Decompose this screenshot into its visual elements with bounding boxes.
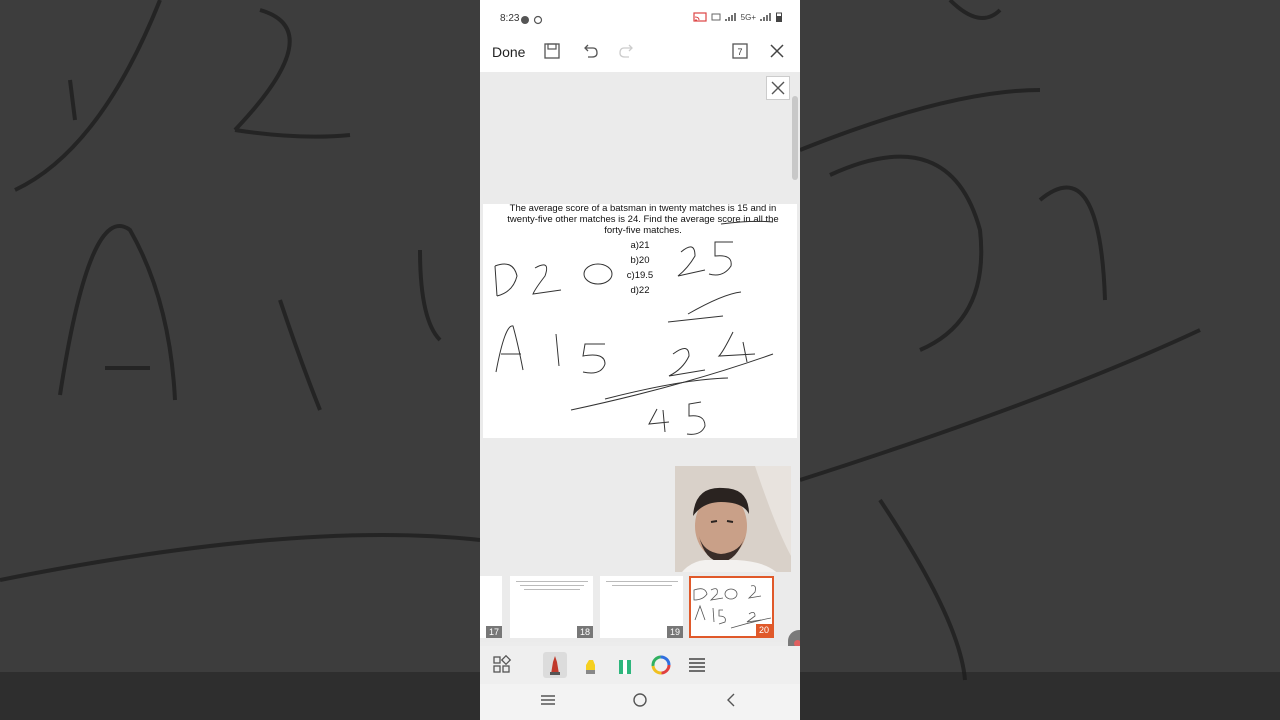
canvas-scrollbar[interactable]: [792, 96, 798, 180]
presenter-image: [675, 466, 791, 583]
marker-icon[interactable]: [614, 654, 636, 676]
ink-digit-2c: [668, 348, 706, 377]
thumbnail-number: 19: [666, 626, 683, 638]
page-count: 7: [737, 47, 742, 57]
ink-letter-d: [494, 263, 518, 297]
thumbnail-17[interactable]: 17: [480, 576, 502, 638]
slide-thumbnail-strip[interactable]: 17 18 19 20: [480, 572, 800, 642]
ink-digit-4: [717, 331, 756, 363]
handwritten-annotations: [494, 220, 774, 435]
color-wheel-icon[interactable]: [650, 654, 672, 676]
back-icon[interactable]: [724, 692, 740, 708]
battery-icon: [776, 12, 782, 22]
redo-icon[interactable]: [618, 42, 636, 60]
ink-digit-0: [583, 263, 613, 285]
close-icon[interactable]: [768, 42, 786, 60]
pen-icon[interactable]: [544, 654, 566, 676]
signal-icon-2: [760, 13, 771, 21]
ink-underline: [667, 315, 724, 323]
cast-icon: [693, 12, 707, 22]
thumbnail-19[interactable]: 19: [600, 576, 683, 638]
ink-sum-line-2: [604, 377, 729, 400]
status-time: 8:23: [500, 13, 520, 24]
pen-tools-bar: [480, 646, 800, 684]
thumbnail-18[interactable]: 18: [510, 576, 593, 638]
ink-digit-2: [532, 264, 562, 295]
thumbnail-number: 20: [755, 624, 772, 636]
save-icon[interactable]: [543, 42, 561, 60]
phone-screen: 8:23 5G+ Done 7 The average score of a b…: [480, 0, 800, 720]
volte-icon: [711, 13, 721, 21]
pages-icon[interactable]: 7: [731, 42, 749, 60]
system-nav-bar: [480, 684, 800, 720]
thumbnail-number: 18: [576, 626, 593, 638]
home-icon[interactable]: [632, 692, 648, 708]
ink-letter-a: [495, 325, 524, 373]
line-weight-icon[interactable]: [686, 654, 708, 676]
ink-sum-line: [570, 353, 774, 411]
ink-digit-1: [555, 333, 560, 367]
ink-stroke-top: [720, 220, 774, 225]
recent-apps-icon[interactable]: [540, 692, 556, 708]
ink-digit-5: [708, 241, 733, 276]
layout-icon[interactable]: [491, 654, 513, 676]
ink-digit-2b: [677, 246, 706, 277]
thumbnail-20[interactable]: 20: [689, 576, 774, 638]
status-bar: 8:23 5G+: [480, 0, 800, 38]
close-slide-icon: [771, 81, 785, 95]
close-slide-button[interactable]: [766, 76, 790, 100]
editor-toolbar: Done 7: [480, 38, 800, 72]
undo-icon[interactable]: [581, 42, 599, 60]
ink-digit-5b: [582, 343, 606, 374]
done-button[interactable]: Done: [492, 44, 525, 60]
webcam-overlay[interactable]: [675, 466, 791, 583]
status-right-group: 5G+: [693, 12, 782, 22]
ink-digit-4b: [648, 408, 670, 433]
network-type-label: 5G+: [740, 12, 756, 22]
highlighter-icon[interactable]: [579, 654, 601, 676]
signal-icon-1: [724, 13, 736, 21]
ink-line-top: [687, 291, 742, 315]
notification-icons: [521, 15, 543, 25]
thumbnail-number: 17: [485, 626, 502, 638]
slide[interactable]: The average score of a batsman in twenty…: [483, 203, 797, 438]
ink-digit-5c: [686, 401, 706, 435]
